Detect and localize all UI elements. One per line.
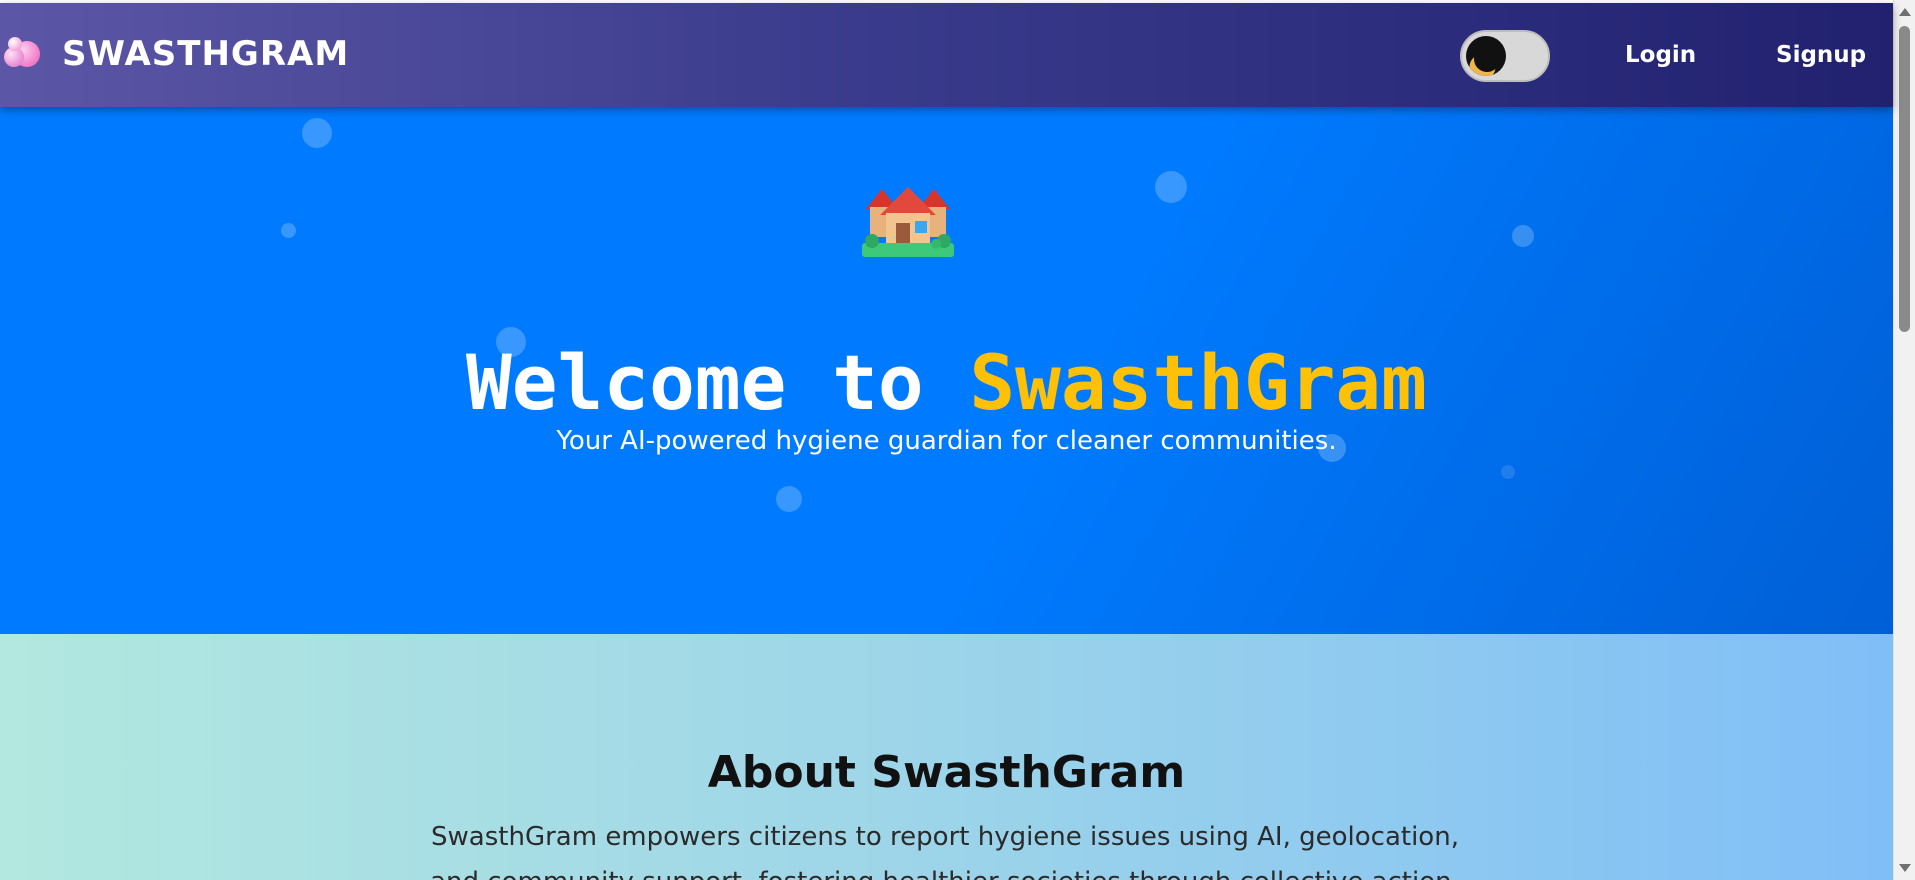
houses-icon <box>862 187 954 257</box>
decorative-bubble <box>1501 465 1515 479</box>
decorative-bubble <box>302 118 332 148</box>
decorative-bubble <box>1512 225 1534 247</box>
navbar: SWASTHGRAM Login Signup <box>0 3 1893 107</box>
vertical-scrollbar[interactable] <box>1893 0 1915 880</box>
about-title: About SwasthGram <box>707 746 1186 798</box>
hero-subtitle: Your AI-powered hygiene guardian for cle… <box>556 426 1337 456</box>
about-section: About SwasthGram SwasthGram empowers cit… <box>0 634 1893 880</box>
logo-icon <box>2 33 44 75</box>
hero-section: Welcome to SwasthGram Your AI-powered hy… <box>0 107 1893 634</box>
decorative-bubble <box>281 223 296 238</box>
decorative-bubble <box>1155 171 1187 203</box>
scrollbar-thumb[interactable] <box>1899 26 1910 332</box>
theme-toggle[interactable] <box>1460 30 1550 82</box>
scroll-down-icon[interactable] <box>1899 864 1911 872</box>
about-description: SwasthGram empowers citizens to report h… <box>430 822 1460 880</box>
page: SWASTHGRAM Login Signup Welcome to Swast… <box>0 0 1915 880</box>
brand[interactable]: SWASTHGRAM <box>2 33 349 75</box>
signup-link[interactable]: Signup <box>1776 42 1866 68</box>
login-link[interactable]: Login <box>1625 42 1696 68</box>
hero-title-accent: SwasthGram <box>969 337 1427 427</box>
moon-icon <box>1466 36 1506 76</box>
hero-title-prefix: Welcome to <box>466 337 970 427</box>
decorative-bubble <box>776 486 802 512</box>
brand-name: SWASTHGRAM <box>62 34 350 74</box>
hero-title: Welcome to SwasthGram <box>0 338 1893 427</box>
scroll-up-icon[interactable] <box>1899 8 1911 16</box>
